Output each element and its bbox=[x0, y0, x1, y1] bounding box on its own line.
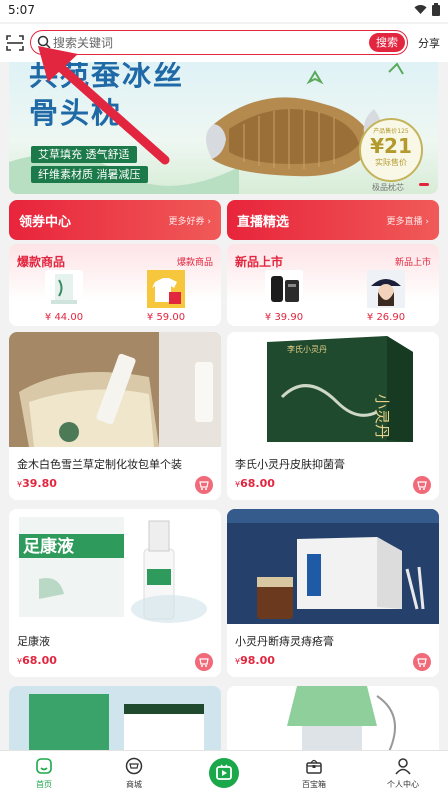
live-picks-card[interactable]: 直播精选 更多直播 › bbox=[227, 200, 439, 240]
product-name-1[interactable]: 金木白色雪兰草定制化妆包单个装 bbox=[17, 456, 213, 472]
scan-icon[interactable] bbox=[5, 33, 25, 53]
banner-caption: 极品枕芯 bbox=[372, 183, 404, 192]
search-button[interactable]: 搜索 bbox=[369, 33, 405, 52]
product-price-value-3: 68.00 bbox=[22, 654, 57, 667]
product-card-6[interactable] bbox=[227, 686, 439, 756]
coupon-center-title: 领券中心 bbox=[19, 215, 72, 230]
hot-product-thumb-2[interactable] bbox=[147, 270, 185, 308]
hot-products-title: 爆款商品 bbox=[17, 255, 66, 269]
new-product-price-2: ¥ 26.90 bbox=[366, 312, 406, 323]
wifi-icon bbox=[414, 5, 427, 14]
share-button[interactable]: 分享 bbox=[418, 35, 440, 51]
product-price-4: ¥98.00 bbox=[235, 654, 275, 667]
status-time: 5:07 bbox=[8, 3, 35, 17]
hot-product-price-1: ¥ 44.00 bbox=[44, 312, 84, 323]
product-card-3[interactable]: 足康液 足康液 ¥68.00 bbox=[9, 509, 221, 677]
banner-price-label: 实际售价 bbox=[375, 158, 407, 167]
product-card-4[interactable]: 小灵丹断痔灵痔疮膏 ¥98.00 bbox=[227, 509, 439, 677]
product-image-5[interactable] bbox=[9, 686, 221, 756]
banner-price: ¥21 bbox=[370, 134, 412, 158]
product-name-2[interactable]: 李氏小灵丹皮肤抑菌膏 bbox=[235, 456, 431, 472]
add-to-cart-button-4[interactable] bbox=[413, 653, 431, 671]
coupon-center-more[interactable]: 更多好券 › bbox=[169, 214, 211, 227]
new-arrivals-card[interactable]: 新品上市 新品上市 ¥ 39.90 ¥ 26.90 bbox=[227, 244, 439, 326]
new-product-thumb-2[interactable] bbox=[367, 270, 405, 308]
product-price-value-1: 39.80 bbox=[22, 477, 57, 490]
tab-mall[interactable]: 商城 bbox=[104, 756, 164, 790]
product-image-2-brand: 李氏小灵丹 bbox=[287, 344, 327, 354]
mall-icon bbox=[125, 757, 143, 775]
new-arrivals-title: 新品上市 bbox=[235, 255, 284, 269]
product-image-3-label: 足康液 bbox=[23, 536, 74, 557]
cart-icon bbox=[199, 481, 209, 490]
new-arrivals-more[interactable]: 新品上市 bbox=[395, 255, 431, 268]
tab-mall-label: 商城 bbox=[126, 780, 142, 789]
tab-video[interactable] bbox=[209, 758, 239, 788]
product-card-1[interactable]: 金木白色雪兰草定制化妆包单个装 ¥39.80 bbox=[9, 332, 221, 500]
hot-products-card[interactable]: 爆款商品 爆款商品 ¥ 44.00 ¥ 59.00 bbox=[9, 244, 221, 326]
product-image-2-label: 小灵丹 bbox=[373, 394, 391, 439]
coupon-center-card[interactable]: 领券中心 更多好券 › bbox=[9, 200, 221, 240]
tab-profile-label: 个人中心 bbox=[387, 780, 419, 789]
add-to-cart-button-3[interactable] bbox=[195, 653, 213, 671]
product-name-4[interactable]: 小灵丹断痔灵痔疮膏 bbox=[235, 633, 431, 649]
new-product-price-1: ¥ 39.90 bbox=[264, 312, 304, 323]
product-card-5[interactable] bbox=[9, 686, 221, 756]
status-icons bbox=[414, 3, 440, 16]
bottom-tab-bar: 首页 商城 百宝箱 个人中心 bbox=[0, 750, 448, 796]
video-icon bbox=[216, 764, 232, 780]
status-bar: 5:07 bbox=[0, 0, 448, 22]
hot-products-more[interactable]: 爆款商品 bbox=[177, 255, 213, 268]
user-icon bbox=[395, 758, 411, 775]
product-image-6[interactable] bbox=[227, 686, 439, 756]
tab-treasure-box[interactable]: 百宝箱 bbox=[284, 756, 344, 790]
tab-treasure-box-label: 百宝箱 bbox=[302, 780, 326, 789]
product-name-3[interactable]: 足康液 bbox=[17, 633, 213, 649]
battery-icon bbox=[432, 3, 440, 16]
cart-icon bbox=[199, 658, 209, 667]
tab-profile[interactable]: 个人中心 bbox=[373, 756, 433, 790]
tab-home[interactable]: 首页 bbox=[14, 756, 74, 790]
cart-icon bbox=[417, 481, 427, 490]
hot-product-price-2: ¥ 59.00 bbox=[146, 312, 186, 323]
annotation-arrow bbox=[38, 46, 170, 165]
product-price-1: ¥39.80 bbox=[17, 477, 57, 490]
banner-price-badge: 产品售价125 ¥21 实际售价 bbox=[359, 118, 423, 182]
add-to-cart-button-2[interactable] bbox=[413, 476, 431, 494]
product-image-3[interactable]: 足康液 bbox=[9, 509, 221, 624]
product-image-1[interactable] bbox=[9, 332, 221, 447]
product-card-2[interactable]: 小灵丹 李氏小灵丹 李氏小灵丹皮肤抑菌膏 ¥68.00 bbox=[227, 332, 439, 500]
treasure-box-icon bbox=[306, 759, 322, 774]
cart-icon bbox=[417, 658, 427, 667]
hot-product-thumb-1[interactable] bbox=[45, 270, 83, 308]
tab-home-label: 首页 bbox=[36, 780, 52, 789]
banner-indicator[interactable] bbox=[419, 183, 429, 186]
product-image-2[interactable]: 小灵丹 李氏小灵丹 bbox=[227, 332, 439, 447]
product-price-3: ¥68.00 bbox=[17, 654, 57, 667]
new-product-thumb-1[interactable] bbox=[265, 270, 303, 308]
live-picks-title: 直播精选 bbox=[237, 215, 290, 230]
product-price-value-4: 98.00 bbox=[240, 654, 275, 667]
live-picks-more[interactable]: 更多直播 › bbox=[387, 214, 429, 227]
product-price-2: ¥68.00 bbox=[235, 477, 275, 490]
product-price-value-2: 68.00 bbox=[240, 477, 275, 490]
add-to-cart-button-1[interactable] bbox=[195, 476, 213, 494]
product-image-4[interactable] bbox=[227, 509, 439, 624]
home-icon bbox=[36, 758, 52, 774]
